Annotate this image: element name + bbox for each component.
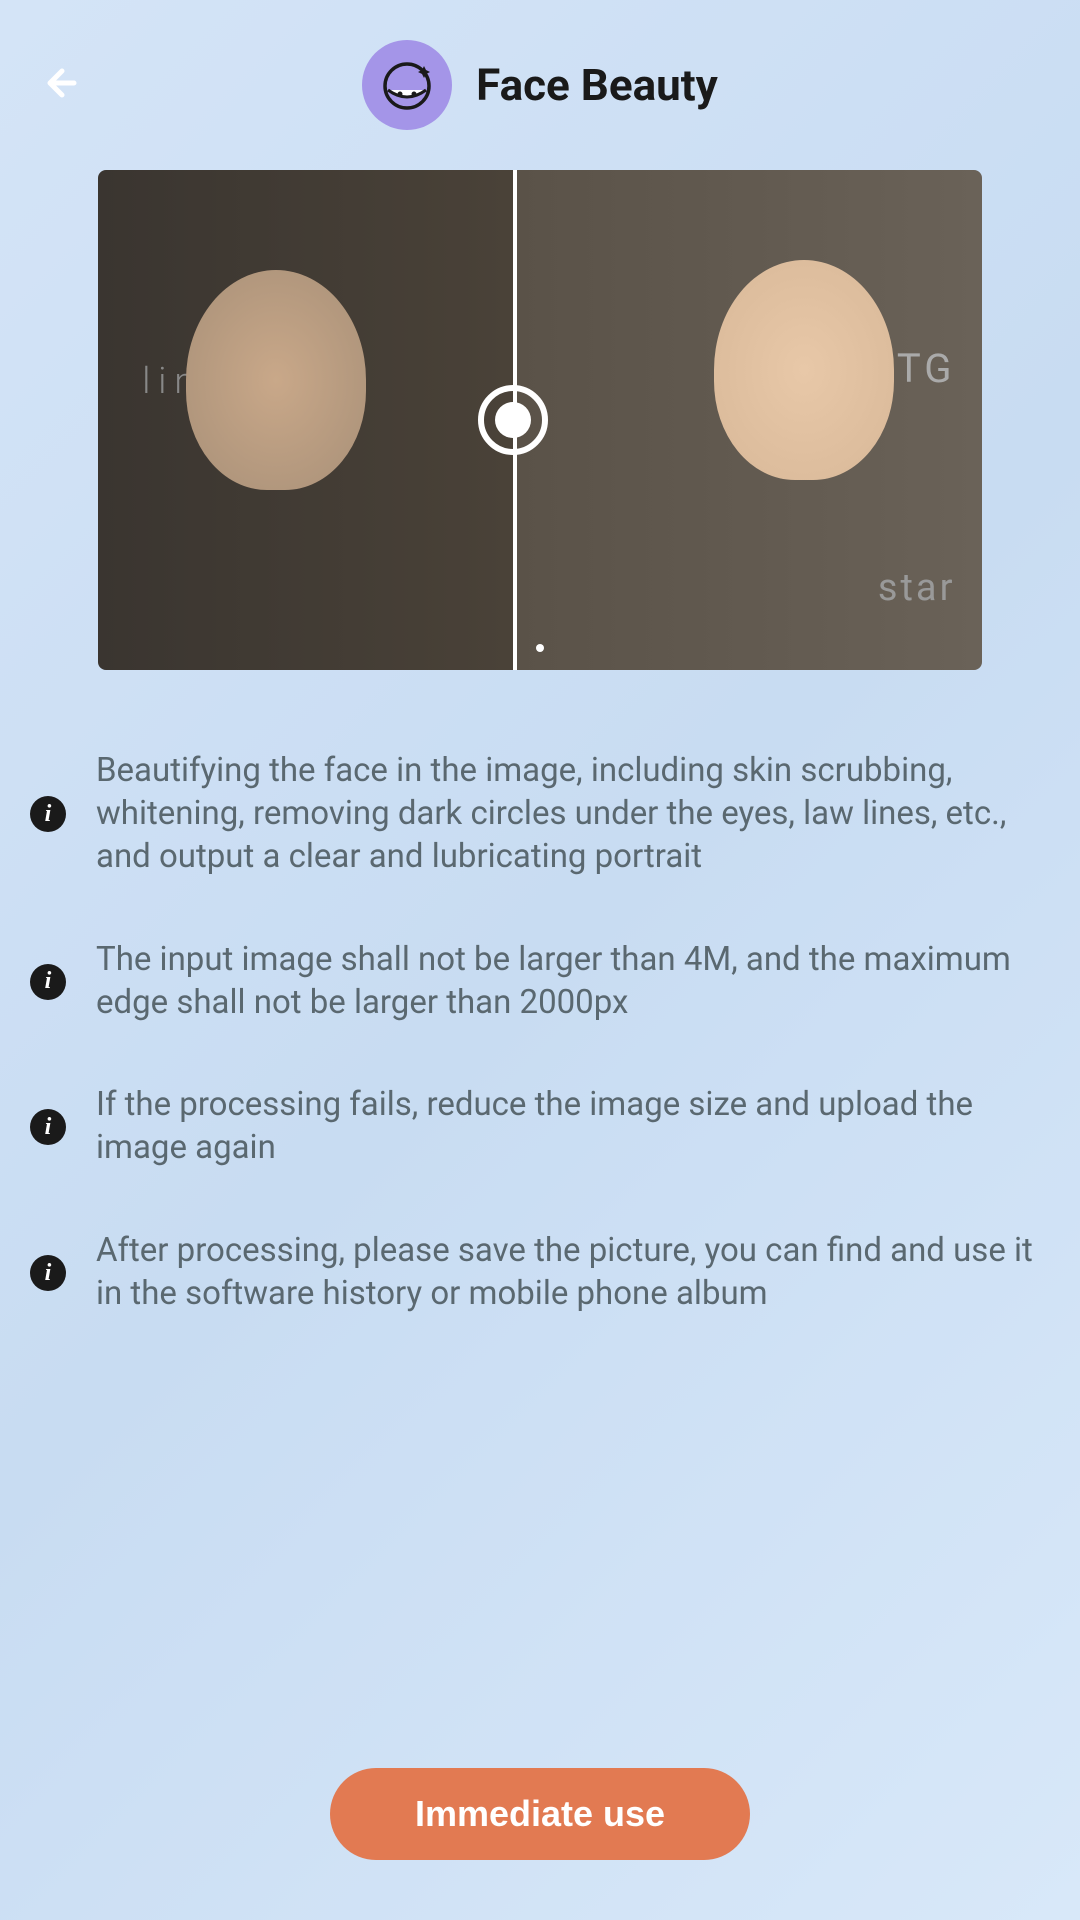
info-list: i Beautifying the face in the image, inc… (0, 710, 1080, 1316)
info-text: After processing, please save the pictur… (96, 1230, 1050, 1316)
info-icon: i (30, 964, 66, 1000)
after-face (714, 260, 894, 480)
comparison-preview: lin RSTG star (98, 170, 982, 670)
bg-watermark-right-2: star (878, 566, 956, 610)
info-text: Beautifying the face in the image, inclu… (96, 750, 1050, 879)
before-face (186, 270, 366, 490)
info-icon: i (30, 1109, 66, 1145)
page-title: Face Beauty (476, 59, 718, 111)
slider-dot-icon (495, 402, 531, 438)
pagination-dot (536, 644, 544, 652)
info-icon: i (30, 796, 66, 832)
arrow-left-icon (40, 59, 88, 107)
info-item: i After processing, please save the pict… (30, 1230, 1050, 1316)
info-item: i Beautifying the face in the image, inc… (30, 750, 1050, 879)
back-button[interactable] (40, 59, 88, 111)
comparison-slider-handle[interactable] (478, 385, 548, 455)
info-icon: i (30, 1255, 66, 1291)
face-beauty-icon (362, 40, 452, 130)
header: Face Beauty (0, 0, 1080, 150)
info-item: i If the processing fails, reduce the im… (30, 1084, 1050, 1170)
info-item: i The input image shall not be larger th… (30, 939, 1050, 1025)
info-text: If the processing fails, reduce the imag… (96, 1084, 1050, 1170)
title-container: Face Beauty (362, 40, 718, 130)
info-text: The input image shall not be larger than… (96, 939, 1050, 1025)
immediate-use-button[interactable]: Immediate use (330, 1768, 750, 1860)
